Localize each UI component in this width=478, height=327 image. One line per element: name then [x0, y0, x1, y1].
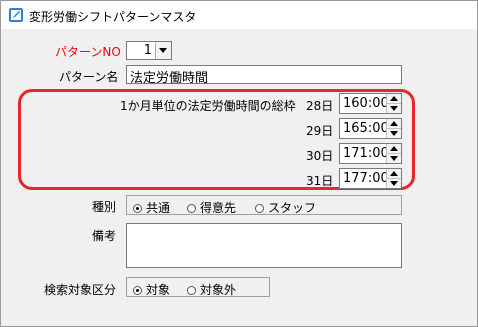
spinner-arrows: [386, 144, 401, 163]
hours-31-spinner[interactable]: 177:00: [339, 168, 402, 189]
radio-selected-icon: [133, 204, 142, 213]
app-edit-icon: [9, 8, 23, 22]
search-target-label: 検索対象区分: [44, 283, 117, 297]
search-target-radio-group: 対象 対象外: [126, 277, 270, 297]
pattern-no-combobox[interactable]: 1: [126, 41, 172, 60]
category-option-label: スタッフ: [268, 201, 317, 215]
triangle-down-icon: [390, 181, 398, 186]
hours-28-value: 160:00: [343, 96, 389, 111]
spin-up-button[interactable]: [387, 94, 401, 104]
day-28-label: 28日: [306, 99, 334, 113]
triangle-down-icon: [390, 131, 398, 136]
spinner-arrows: [386, 94, 401, 113]
hours-29-value: 165:00: [343, 121, 389, 136]
hours-30-spinner[interactable]: 171:00: [339, 143, 402, 164]
category-option-customer[interactable]: 得意先: [187, 199, 236, 216]
spin-down-button[interactable]: [387, 104, 401, 113]
pattern-name-input[interactable]: 法定労働時間: [126, 65, 402, 86]
category-option-staff[interactable]: スタッフ: [255, 199, 316, 216]
category-option-common[interactable]: 共通: [133, 199, 170, 216]
remarks-textarea[interactable]: [126, 223, 402, 268]
triangle-down-icon: [390, 106, 398, 111]
radio-unselected-icon: [255, 204, 264, 213]
category-option-label: 共通: [146, 201, 171, 215]
search-target-option-excluded[interactable]: 対象外: [187, 281, 236, 298]
category-label: 種別: [92, 200, 117, 214]
pattern-no-value: 1: [143, 43, 152, 58]
spin-down-button[interactable]: [387, 154, 401, 163]
spin-up-button[interactable]: [387, 169, 401, 179]
hours-28-spinner[interactable]: 160:00: [339, 93, 402, 114]
hours-31-value: 177:00: [343, 171, 389, 186]
pattern-no-dropdown-button[interactable]: [155, 42, 171, 59]
spin-down-button[interactable]: [387, 129, 401, 138]
spin-down-button[interactable]: [387, 179, 401, 188]
hours-29-spinner[interactable]: 165:00: [339, 118, 402, 139]
window-title: 変形労働シフトパターンマスタ: [29, 10, 197, 24]
remarks-label: 備考: [92, 229, 117, 243]
triangle-up-icon: [390, 121, 398, 126]
triangle-up-icon: [390, 171, 398, 176]
category-option-label: 得意先: [200, 201, 237, 215]
spin-up-button[interactable]: [387, 119, 401, 129]
spinner-arrows: [386, 169, 401, 188]
day-31-label: 31日: [306, 174, 334, 188]
triangle-down-icon: [390, 156, 398, 161]
search-target-option-target[interactable]: 対象: [133, 281, 170, 298]
day-30-label: 30日: [306, 149, 334, 163]
triangle-up-icon: [390, 96, 398, 101]
search-target-option-label: 対象外: [200, 283, 237, 297]
category-radio-group: 共通 得意先 スタッフ: [126, 195, 402, 215]
day-29-label: 29日: [306, 124, 334, 138]
spin-up-button[interactable]: [387, 144, 401, 154]
radio-selected-icon: [133, 286, 142, 295]
title-bar: 変形労働シフトパターンマスタ: [1, 1, 477, 29]
window: 変形労働シフトパターンマスタ パターンNO 1 パターン名 法定労働時間 1か月…: [0, 0, 478, 327]
legal-hours-label: 1か月単位の法定労働時間の総枠: [120, 99, 296, 113]
radio-unselected-icon: [187, 204, 196, 213]
pattern-name-label: パターン名: [59, 70, 119, 84]
triangle-up-icon: [390, 146, 398, 151]
radio-unselected-icon: [187, 286, 196, 295]
hours-30-value: 171:00: [343, 146, 389, 161]
chevron-down-icon: [159, 48, 167, 53]
spinner-arrows: [386, 119, 401, 138]
search-target-option-label: 対象: [146, 283, 171, 297]
pattern-no-label: パターンNO: [55, 45, 121, 59]
